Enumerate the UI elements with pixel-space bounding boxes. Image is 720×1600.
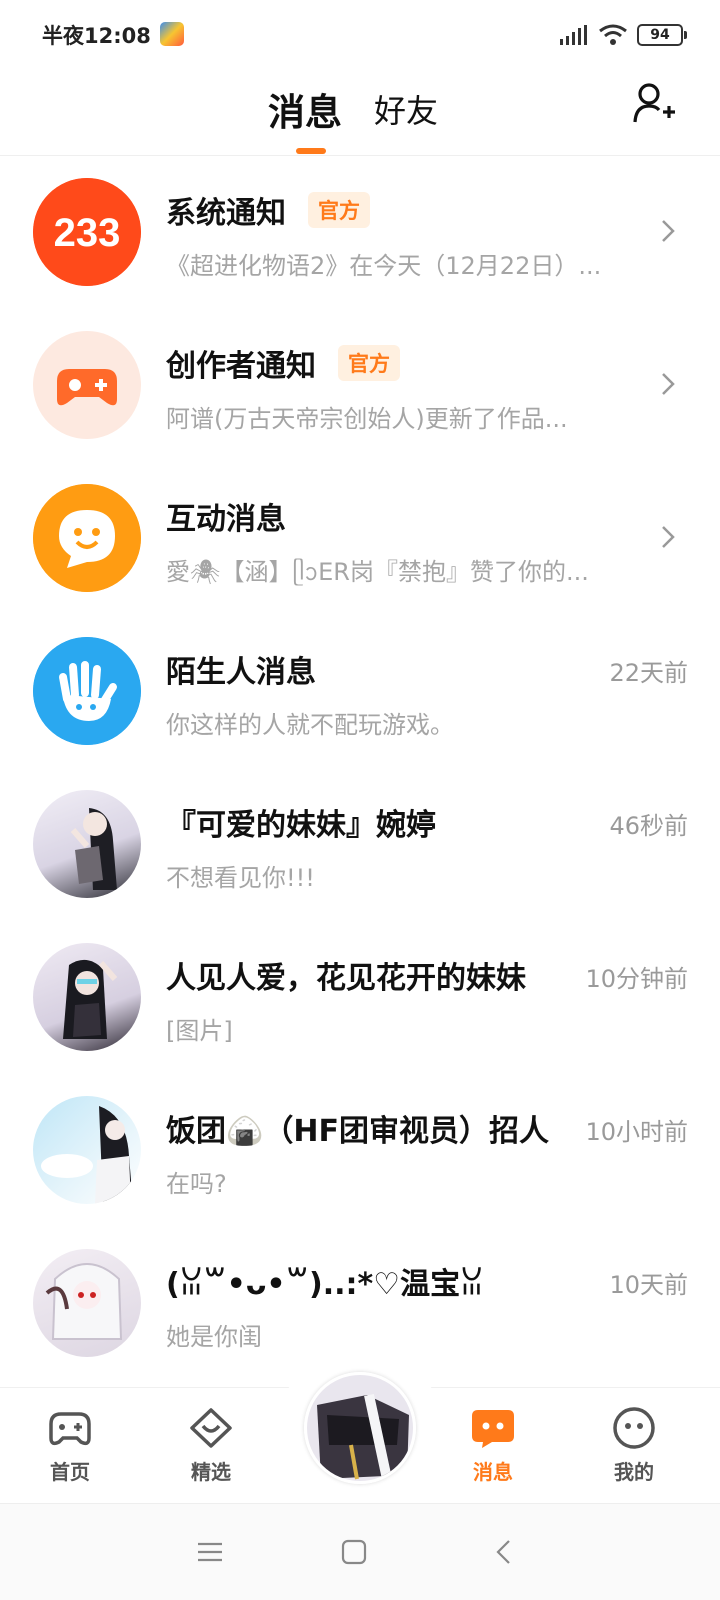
official-badge: 官方 — [308, 192, 370, 228]
bottom-nav: 首页 精选 消息 我的 — [0, 1366, 720, 1503]
gamepad-icon — [57, 369, 117, 406]
list-item-stranger[interactable]: 陌生人消息 22天前 你这样的人就不配玩游戏。 — [0, 615, 720, 771]
logo-233-icon: 233 — [33, 178, 141, 286]
tab-friends[interactable]: 好友 — [374, 86, 438, 132]
list-item-chat[interactable]: 『可爱的妹妹』婉婷 46秒前 不想看见你!!! — [0, 768, 720, 924]
nav-messages[interactable]: 消息 — [453, 1406, 533, 1485]
item-subtitle: 阿谱(万古天帝宗创始人)更新了作品... — [166, 405, 568, 433]
nav-home[interactable]: 首页 — [30, 1406, 110, 1485]
title-row: (ꈍ꒳•ᴗ•꒳)..:*♡温宝ꈍ — [166, 1259, 484, 1303]
list-item-interaction[interactable]: 互动消息 愛🕷【涵】ᥫᩣER岗『禁抱』赞了你的... — [0, 462, 720, 618]
title-row: 系统通知 官方 — [166, 188, 370, 232]
item-title: 饭团🍙（HF团审视员）招人 — [166, 1114, 549, 1149]
title-row: 互动消息 — [166, 494, 286, 538]
tab-messages[interactable]: 消息 — [268, 82, 342, 136]
nav-label: 精选 — [191, 1460, 231, 1484]
chat-bubble-icon — [33, 484, 141, 592]
battery-level: 94 — [650, 27, 670, 43]
title-row: 创作者通知 官方 — [166, 341, 400, 385]
anime-girl-avatar-icon — [70, 808, 117, 890]
item-title: 系统通知 — [166, 196, 286, 231]
status-bar: 半夜12:08 94 — [0, 0, 720, 70]
system-notice-avatar: 233 — [33, 178, 141, 286]
interaction-avatar — [33, 484, 141, 592]
item-subtitle: [图片] — [166, 1017, 233, 1045]
list-item-creator-notice[interactable]: 创作者通知 官方 阿谱(万古天帝宗创始人)更新了作品... — [0, 309, 720, 465]
app-notification-icon — [160, 22, 184, 46]
item-subtitle: 你这样的人就不配玩游戏。 — [166, 711, 454, 739]
nav-label: 我的 — [614, 1460, 654, 1484]
user-avatar — [33, 790, 141, 898]
heart-box-icon — [190, 1408, 232, 1448]
svg-text:233: 233 — [54, 211, 121, 255]
chevron-right-icon — [662, 526, 675, 548]
item-title: 互动消息 — [166, 502, 286, 537]
face-icon — [613, 1407, 655, 1449]
nav-label: 首页 — [50, 1460, 90, 1484]
item-time: 10天前 — [609, 1271, 688, 1299]
status-time: 半夜12:08 — [42, 24, 151, 48]
list-item-chat[interactable]: 人见人爱，花见花开的妹妹 10分钟前 [图片] — [0, 921, 720, 1077]
item-time: 10分钟前 — [585, 965, 688, 993]
add-friend-icon[interactable] — [632, 82, 676, 126]
nav-featured[interactable]: 精选 — [171, 1406, 251, 1485]
item-subtitle: 愛🕷【涵】ᥫᩣER岗『禁抱』赞了你的... — [166, 558, 589, 586]
anime-avatar-icon — [307, 1375, 413, 1481]
home-square-icon[interactable] — [340, 1538, 368, 1566]
item-time: 10小时前 — [585, 1118, 688, 1146]
back-icon[interactable] — [490, 1538, 518, 1566]
gamepad-icon — [49, 1412, 91, 1446]
item-title: 人见人爱，花见花开的妹妹 — [166, 961, 526, 996]
nav-center-avatar[interactable] — [304, 1372, 416, 1484]
anime-girl-avatar-icon — [63, 959, 118, 1039]
official-badge: 官方 — [338, 345, 400, 381]
stranger-avatar — [33, 637, 141, 745]
item-time: 46秒前 — [609, 812, 688, 840]
tab-indicator — [296, 148, 326, 154]
chevron-right-icon — [662, 220, 675, 242]
item-subtitle: 她是你闺 — [166, 1323, 262, 1351]
item-subtitle: 在吗? — [166, 1170, 227, 1198]
anime-girl-avatar-icon — [45, 1263, 123, 1340]
chevron-right-icon — [662, 373, 675, 395]
title-row: 『可爱的妹妹』婉婷 — [166, 800, 436, 844]
signal-icon — [560, 25, 587, 45]
item-title: 创作者通知 — [166, 349, 316, 384]
item-subtitle: 不想看见你!!! — [166, 864, 315, 892]
title-row: 饭团🍙（HF团审视员）招人 — [166, 1106, 549, 1150]
item-title: 陌生人消息 — [166, 655, 316, 690]
user-avatar — [33, 943, 141, 1051]
title-row: 陌生人消息 — [166, 647, 316, 691]
battery-icon: 94 — [637, 24, 687, 46]
user-avatar — [33, 1096, 141, 1204]
user-avatar — [33, 1249, 141, 1357]
message-icon — [472, 1410, 514, 1448]
list-item-chat[interactable]: 饭团🍙（HF团审视员）招人 10小时前 在吗? — [0, 1074, 720, 1230]
nav-profile[interactable]: 我的 — [594, 1406, 674, 1485]
anime-girl-avatar-icon — [41, 1106, 133, 1204]
creator-notice-avatar — [33, 331, 141, 439]
item-title: (ꈍ꒳•ᴗ•꒳)..:*♡温宝ꈍ — [166, 1267, 484, 1302]
wifi-icon — [599, 24, 627, 45]
system-nav-bar — [0, 1503, 720, 1600]
title-row: 人见人爱，花见花开的妹妹 — [166, 953, 526, 997]
nav-label: 消息 — [473, 1460, 513, 1484]
header: 消息 好友 — [0, 70, 720, 156]
item-subtitle: 《超进化物语2》在今天（12月22日）... — [166, 252, 602, 280]
list-item-system-notice[interactable]: 233 系统通知 官方 《超进化物语2》在今天（12月22日）... — [0, 156, 720, 312]
item-title: 『可爱的妹妹』婉婷 — [166, 808, 436, 843]
menu-icon[interactable] — [196, 1538, 224, 1566]
list-item-chat[interactable]: (ꈍ꒳•ᴗ•꒳)..:*♡温宝ꈍ 10天前 她是你闺 — [0, 1227, 720, 1383]
hand-wave-icon — [33, 637, 141, 745]
item-time: 22天前 — [609, 659, 688, 687]
